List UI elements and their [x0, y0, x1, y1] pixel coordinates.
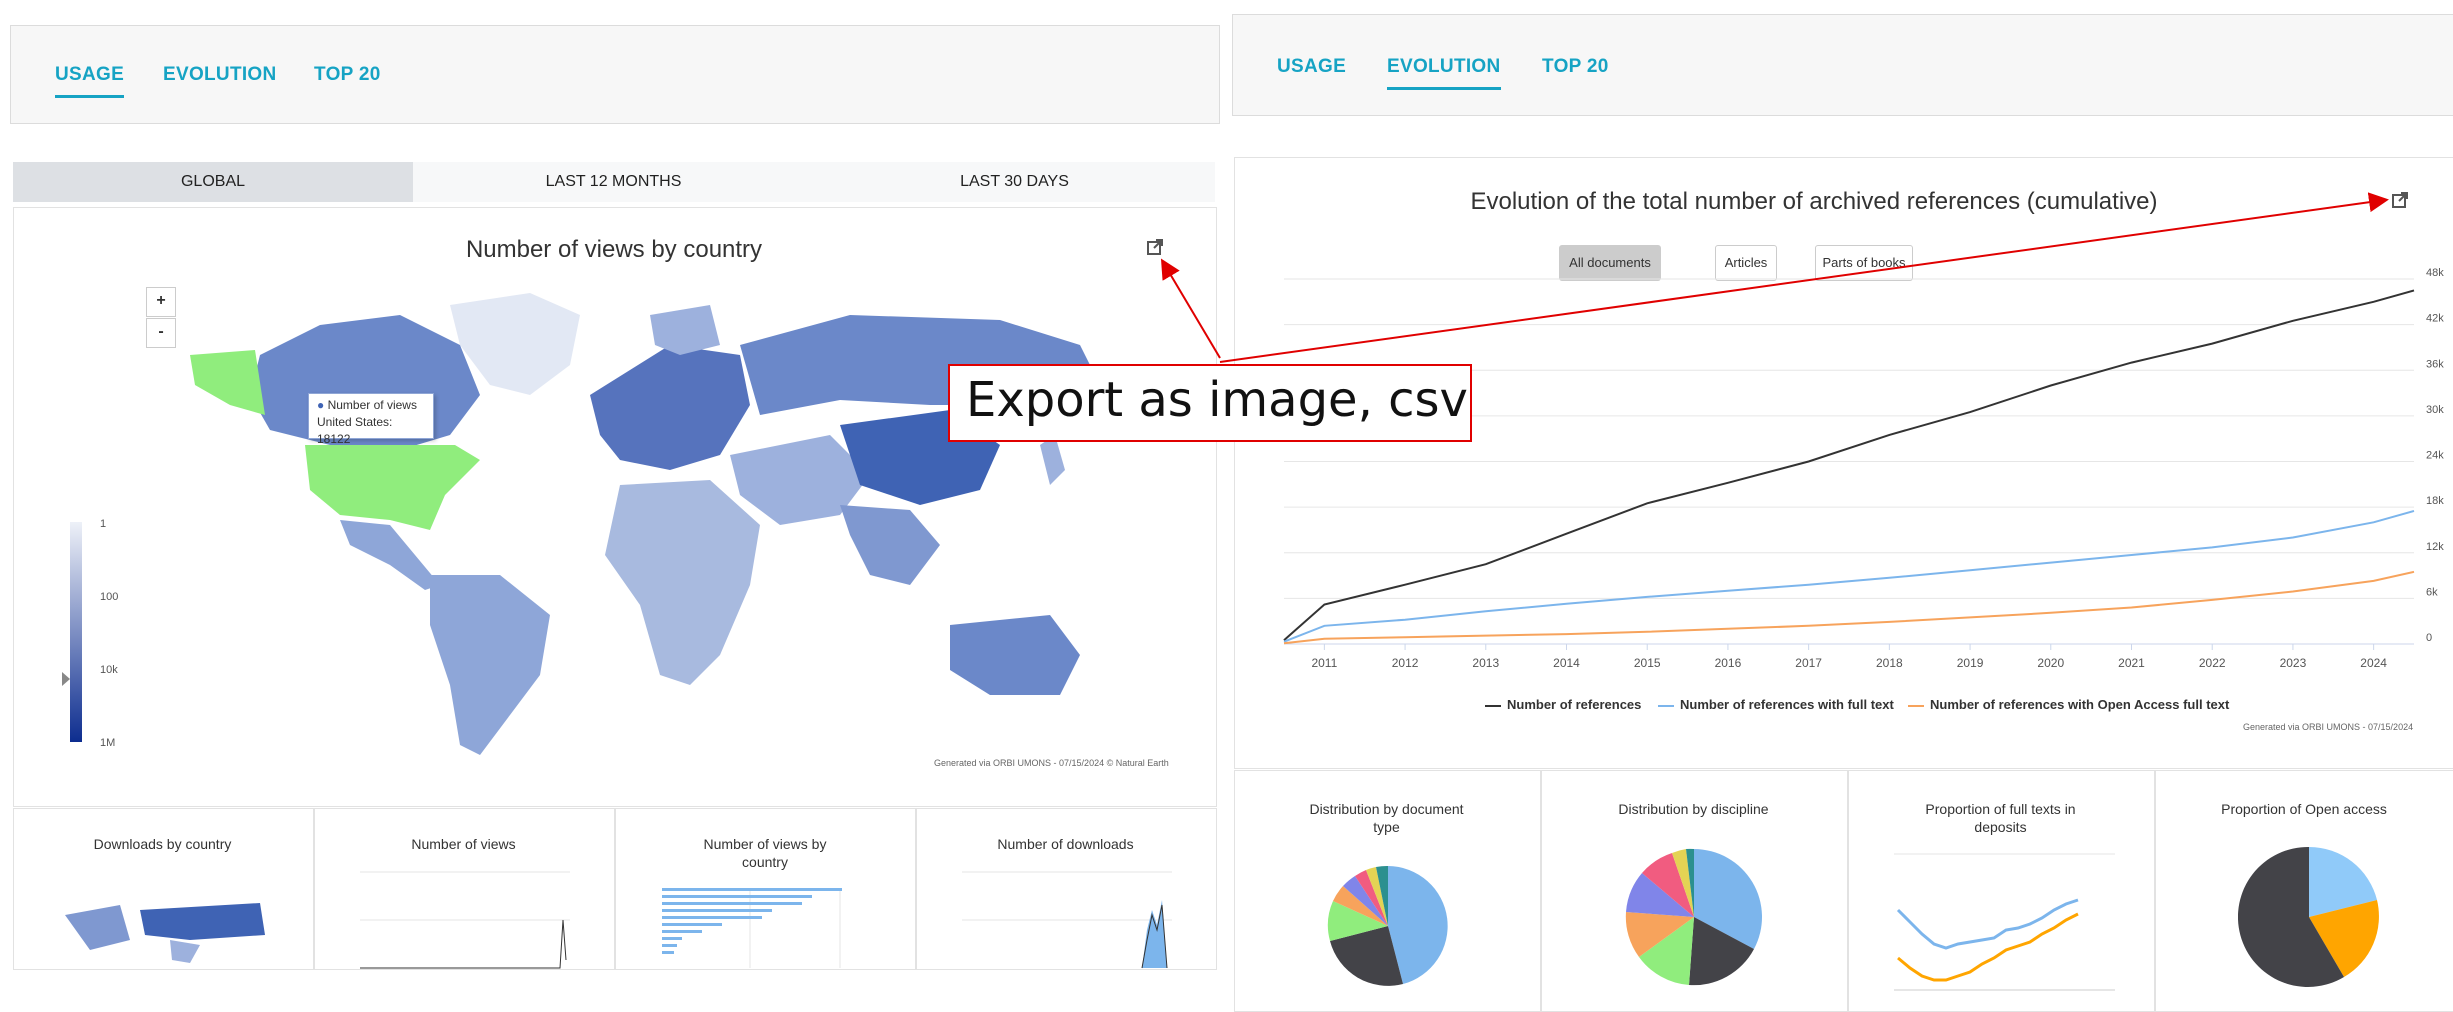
callout-text: Export as image, csv: [966, 372, 1468, 428]
callout-arrows: [1160, 192, 2389, 363]
